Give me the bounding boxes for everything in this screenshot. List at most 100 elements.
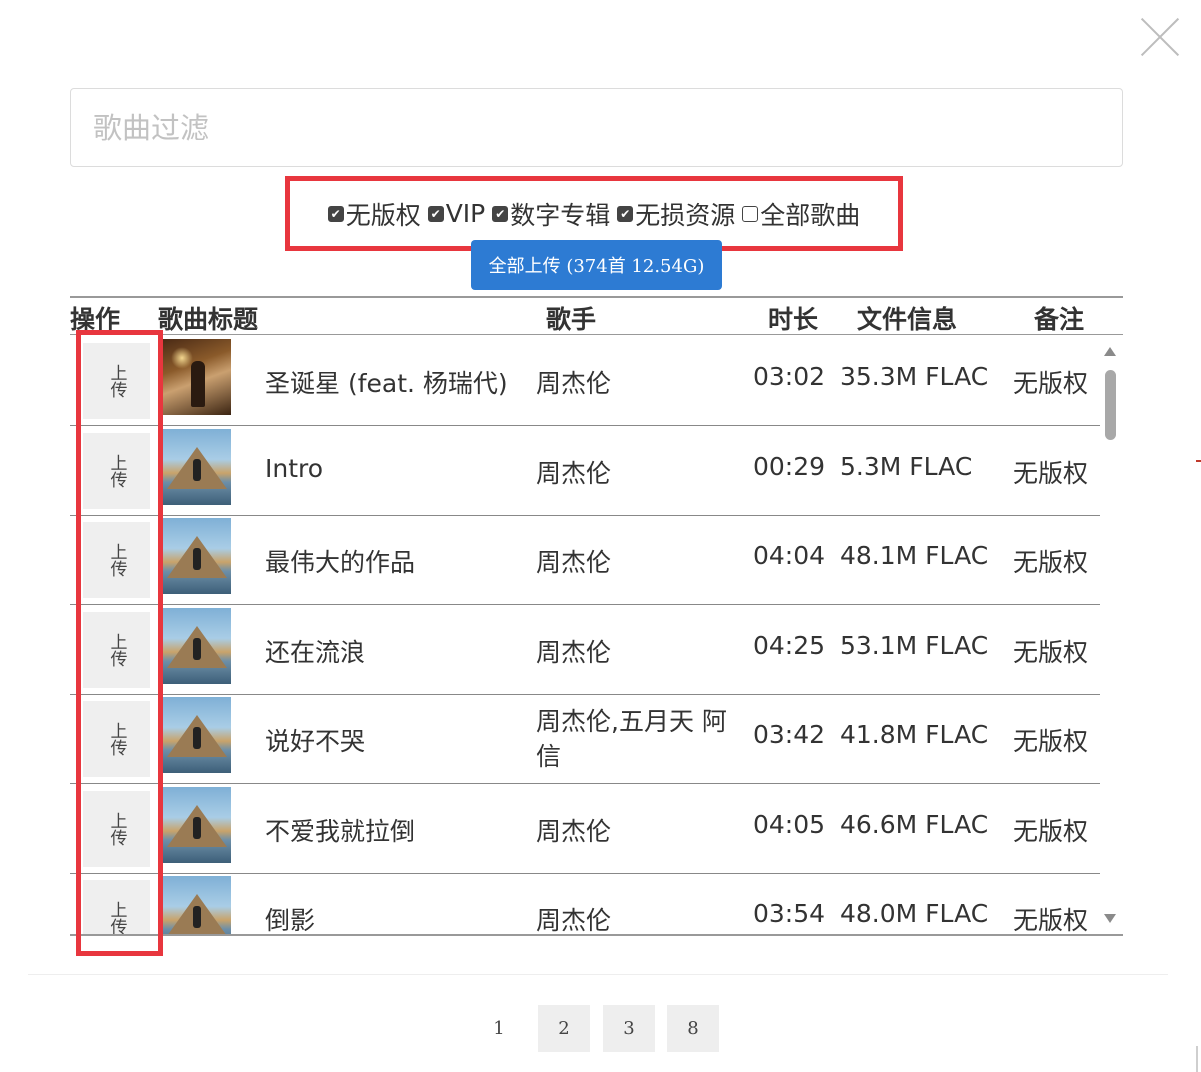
song-note: 无版权 <box>1013 369 1089 398</box>
table-row: 上传 倒影 周杰伦 03:54 48.0M FLAC 无版权 <box>70 873 1100 935</box>
column-header-title: 歌曲标题 <box>158 305 259 334</box>
table-row: 上传 不爱我就拉倒 周杰伦 04:05 46.6M FLAC 无版权 <box>70 784 1100 874</box>
song-title: 还在流浪 <box>265 638 366 667</box>
song-title: 最伟大的作品 <box>265 548 416 577</box>
upload-all-button[interactable]: 全部上传 (374首 12.54G) <box>471 240 722 290</box>
song-file-info: 48.1M FLAC <box>840 541 989 570</box>
checkbox-checked-icon[interactable]: ✔ <box>617 205 634 222</box>
table-row: 上传 还在流浪 周杰伦 04:25 53.1M FLAC 无版权 <box>70 605 1100 695</box>
song-title: 圣诞星 (feat. 杨瑞代) <box>265 369 508 398</box>
scrollbar-thumb[interactable] <box>1105 370 1116 440</box>
song-file-info: 41.8M FLAC <box>840 720 989 749</box>
pagination: 1 2 3 8 <box>0 1005 1201 1052</box>
column-header-action: 操作 <box>70 305 121 334</box>
upload-label: 上传 <box>106 543 127 577</box>
edge-mark <box>1196 460 1201 462</box>
song-artist: 周杰伦 <box>536 817 612 846</box>
edge-line <box>1196 1046 1198 1072</box>
album-cover-icon <box>163 429 231 505</box>
upload-button[interactable]: 上传 <box>83 701 150 777</box>
song-artist: 周杰伦 <box>536 548 612 577</box>
song-duration: 03:54 <box>753 899 826 928</box>
option-lossless[interactable]: ✔ 无损资源 <box>617 196 735 232</box>
table-row: 上传 说好不哭 周杰伦,五月天 阿信 03:42 41.8M FLAC 无版权 <box>70 694 1100 784</box>
song-duration: 00:29 <box>753 452 826 481</box>
column-header-file-info: 文件信息 <box>857 305 958 334</box>
option-label: VIP <box>445 199 486 228</box>
table-divider <box>70 934 1123 936</box>
song-list[interactable]: 上传 圣诞星 (feat. 杨瑞代) 周杰伦 03:02 35.3M FLAC … <box>70 336 1123 935</box>
song-artist: 周杰伦 <box>536 369 612 398</box>
scroll-up-arrow-icon[interactable] <box>1104 347 1116 356</box>
upload-label: 上传 <box>106 812 127 846</box>
column-header-note: 备注 <box>1034 305 1085 334</box>
column-header-artist: 歌手 <box>546 305 597 334</box>
song-filter-input[interactable] <box>70 88 1123 167</box>
song-duration: 04:05 <box>753 810 826 839</box>
song-file-info: 35.3M FLAC <box>840 362 989 391</box>
song-title: 倒影 <box>265 906 316 935</box>
upload-button[interactable]: 上传 <box>83 433 150 509</box>
page-3[interactable]: 3 <box>603 1005 655 1052</box>
table-row: 上传 Intro 周杰伦 00:29 5.3M FLAC 无版权 <box>70 426 1100 516</box>
song-note: 无版权 <box>1013 906 1089 935</box>
song-note: 无版权 <box>1013 817 1089 846</box>
song-note: 无版权 <box>1013 638 1089 667</box>
page-8[interactable]: 8 <box>667 1005 719 1052</box>
song-title: 说好不哭 <box>265 727 366 756</box>
album-cover-icon <box>163 339 231 415</box>
album-cover-icon <box>163 876 231 935</box>
song-note: 无版权 <box>1013 727 1089 756</box>
song-artist: 周杰伦 <box>536 638 612 667</box>
upload-label: 上传 <box>106 364 127 398</box>
album-cover-icon <box>163 697 231 773</box>
option-label: 全部歌曲 <box>760 200 861 230</box>
page-2[interactable]: 2 <box>538 1005 590 1052</box>
album-cover-icon <box>163 787 231 863</box>
song-duration: 04:04 <box>753 541 826 570</box>
song-artist: 周杰伦 <box>536 906 612 935</box>
album-cover-icon <box>163 608 231 684</box>
song-duration: 04:25 <box>753 631 826 660</box>
checkbox-checked-icon[interactable]: ✔ <box>427 205 444 222</box>
upload-button[interactable]: 上传 <box>83 343 150 419</box>
option-label: 无损资源 <box>635 200 736 230</box>
upload-button[interactable]: 上传 <box>83 522 150 598</box>
song-file-info: 53.1M FLAC <box>840 631 989 660</box>
option-all-songs[interactable]: 全部歌曲 <box>742 196 860 232</box>
upload-button[interactable]: 上传 <box>83 791 150 867</box>
song-note: 无版权 <box>1013 548 1089 577</box>
table-row: 上传 圣诞星 (feat. 杨瑞代) 周杰伦 03:02 35.3M FLAC … <box>70 336 1100 426</box>
song-title: 不爱我就拉倒 <box>265 817 416 846</box>
song-file-info: 46.6M FLAC <box>840 810 989 839</box>
scroll-down-arrow-icon[interactable] <box>1104 914 1116 923</box>
option-label: 数字专辑 <box>510 200 611 230</box>
song-title: Intro <box>265 454 324 483</box>
upload-label: 上传 <box>106 722 127 756</box>
option-vip[interactable]: ✔ VIP <box>427 199 486 228</box>
checkbox-checked-icon[interactable]: ✔ <box>327 205 344 222</box>
footer-divider <box>28 974 1168 975</box>
page-1[interactable]: 1 <box>473 1005 525 1052</box>
option-no-copyright[interactable]: ✔ 无版权 <box>327 196 421 232</box>
upload-label: 上传 <box>106 454 127 488</box>
checkbox-unchecked-icon[interactable] <box>742 205 759 222</box>
song-note: 无版权 <box>1013 459 1089 488</box>
checkbox-checked-icon[interactable]: ✔ <box>492 205 509 222</box>
upload-label: 上传 <box>106 633 127 667</box>
close-icon[interactable] <box>1139 16 1181 58</box>
option-digital-album[interactable]: ✔ 数字专辑 <box>492 196 610 232</box>
scrollbar[interactable] <box>1101 338 1121 934</box>
song-artist: 周杰伦,五月天 阿信 <box>536 707 727 771</box>
table-header: 操作 歌曲标题 歌手 时长 文件信息 备注 <box>70 298 1123 335</box>
upload-button[interactable]: 上传 <box>83 612 150 688</box>
option-label: 无版权 <box>345 200 421 230</box>
upload-button[interactable]: 上传 <box>83 880 150 935</box>
song-file-info: 5.3M FLAC <box>840 452 973 481</box>
song-file-info: 48.0M FLAC <box>840 899 989 928</box>
song-duration: 03:42 <box>753 720 826 749</box>
upload-label: 上传 <box>106 901 127 935</box>
song-artist: 周杰伦 <box>536 459 612 488</box>
song-duration: 03:02 <box>753 362 826 391</box>
table-row: 上传 最伟大的作品 周杰伦 04:04 48.1M FLAC 无版权 <box>70 515 1100 605</box>
